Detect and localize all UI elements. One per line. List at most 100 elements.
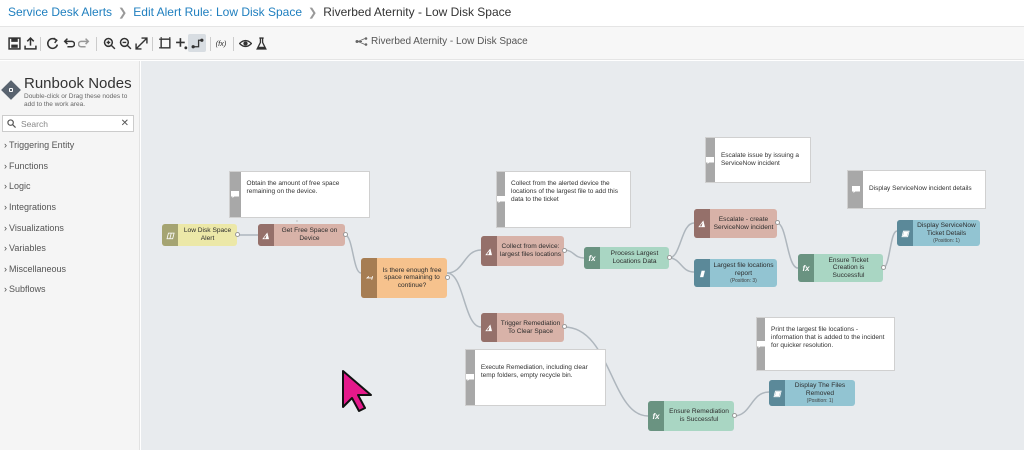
comment-icon: ▣: [769, 380, 785, 406]
category-subflows[interactable]: › Subflows: [4, 279, 74, 300]
category-logic[interactable]: › Logic: [4, 176, 74, 197]
canvas-title-text: Riverbed Aternity - Low Disk Space: [371, 36, 528, 47]
chevron-right-icon: ›: [4, 181, 7, 192]
node-search-input[interactable]: Search ✕: [2, 115, 134, 132]
breadcrumb-service-desk-alerts[interactable]: Service Desk Alerts: [8, 5, 112, 19]
node-label: Ensure Remediation is Successful: [669, 408, 729, 423]
category-functions[interactable]: › Functions: [4, 156, 74, 177]
output-port[interactable]: [343, 232, 348, 237]
node-process-largest-locations[interactable]: fx Process Largest Locations Data: [584, 247, 672, 269]
note-collect[interactable]: Collect from the alerted device the loca…: [496, 171, 631, 228]
note-free-space[interactable]: Obtain the amount of free space remainin…: [229, 171, 370, 218]
globe-icon: ◮: [694, 209, 710, 238]
connection-check-to-remediation: [446, 272, 482, 328]
sidebar-title: Runbook Nodes: [24, 75, 132, 92]
connection-get-free-space-to-check: [344, 234, 362, 274]
node-escalate-servicenow[interactable]: ◮ Escalate - create ServiceNow incident: [694, 209, 780, 238]
breadcrumb-separator-icon: ❯: [118, 6, 128, 19]
select-area-icon[interactable]: [157, 35, 173, 51]
branch-icon: ⥚: [361, 258, 377, 298]
output-port[interactable]: [775, 220, 780, 225]
node-label: Largest file locations report (Position:…: [710, 259, 777, 287]
node-free-space-check[interactable]: ⥚ Is there enough free space remaining t…: [361, 258, 450, 298]
comment-icon: [497, 172, 505, 227]
breadcrumb-separator-icon: ❯: [308, 6, 318, 19]
category-label: Triggering Entity: [9, 140, 75, 151]
undo-icon[interactable]: [60, 35, 76, 51]
node-label: Trigger Remediation To Clear Space: [500, 319, 561, 335]
chevron-right-icon: ›: [4, 202, 7, 213]
node-label: Display ServiceNow Ticket Details (Posit…: [913, 220, 980, 246]
node-label: Process Largest Locations Data: [610, 250, 659, 265]
note-text: Escalate issue by issuing a ServiceNow i…: [720, 152, 800, 167]
output-port[interactable]: [732, 413, 737, 418]
output-port[interactable]: [445, 275, 450, 280]
category-miscellaneous[interactable]: › Miscellaneous: [4, 259, 74, 280]
category-triggering-entity[interactable]: › Triggering Entity: [4, 135, 74, 156]
add-node-icon[interactable]: [173, 35, 189, 51]
connection-process-to-report: [668, 257, 695, 273]
node-low-disk-space-alert[interactable]: ◫ Low Disk Space Alert: [162, 224, 240, 246]
chevron-right-icon: ›: [4, 284, 7, 295]
globe-icon: ◮: [481, 236, 497, 266]
zoom-out-icon[interactable]: [117, 35, 133, 51]
zoom-in-icon[interactable]: [101, 35, 117, 51]
node-display-files-removed[interactable]: ▣ Display The Files Removed (Position: 1…: [769, 380, 855, 406]
note-text: Obtain the amount of free space remainin…: [246, 180, 340, 195]
node-label: Get Free Space on Device: [281, 227, 338, 242]
node-largest-locations-report[interactable]: ▮ Largest file locations report (Positio…: [694, 259, 777, 287]
note-display[interactable]: Display ServiceNow incident details: [847, 170, 986, 209]
node-label: Is there enough free space remaining to …: [382, 266, 442, 289]
sidebar-header: Runbook Nodes Double-click or Drag these…: [1, 75, 138, 111]
output-port[interactable]: [235, 232, 240, 237]
breadcrumb: Service Desk Alerts ❯ Edit Alert Rule: L…: [0, 0, 1024, 24]
output-port[interactable]: [881, 265, 886, 270]
category-label: Miscellaneous: [9, 263, 67, 274]
chevron-right-icon: ›: [4, 263, 7, 274]
category-label: Functions: [9, 160, 49, 171]
trigger-icon: ◫: [162, 224, 178, 246]
fx-icon: fx: [798, 254, 814, 282]
breadcrumb-edit-alert-rule[interactable]: Edit Alert Rule: Low Disk Space: [133, 5, 302, 19]
note-remediation[interactable]: Execute Remediation, including clear tem…: [465, 349, 606, 406]
globe-icon: ◮: [258, 224, 274, 246]
category-label: Variables: [9, 243, 46, 254]
node-display-ticket-details[interactable]: ▣ Display ServiceNow Ticket Details (Pos…: [897, 220, 980, 246]
connection-ensure-ticket-to-display: [882, 230, 898, 269]
save-icon[interactable]: [6, 35, 22, 51]
upload-icon[interactable]: [22, 35, 38, 51]
output-port[interactable]: [562, 248, 567, 253]
node-title: Largest file locations report: [713, 262, 774, 277]
preview-eye-icon[interactable]: [237, 35, 253, 51]
node-get-free-space[interactable]: ◮ Get Free Space on Device: [258, 224, 348, 246]
canvas-title: Riverbed Aternity - Low Disk Space: [355, 36, 528, 47]
category-integrations[interactable]: › Integrations: [4, 197, 74, 218]
test-flask-icon[interactable]: [253, 35, 269, 51]
note-escalate[interactable]: Escalate issue by issuing a ServiceNow i…: [705, 137, 811, 183]
fit-to-screen-icon[interactable]: [133, 35, 149, 51]
function-editor-button[interactable]: (fx): [214, 35, 228, 51]
node-label: Collect from device: largest files locat…: [499, 243, 562, 258]
note-text: Collect from the alerted device the loca…: [511, 180, 618, 203]
chevron-right-icon: ›: [4, 222, 7, 233]
node-ensure-remediation[interactable]: fx Ensure Remediation is Successful: [648, 401, 737, 431]
category-variables[interactable]: › Variables: [4, 238, 74, 259]
redo-icon[interactable]: [76, 35, 92, 51]
output-port[interactable]: [667, 255, 672, 260]
clear-search-icon[interactable]: ✕: [121, 118, 129, 129]
runbook-nodes-sidebar: Runbook Nodes Double-click or Drag these…: [0, 61, 140, 450]
toolbar: (fx) Riverbed Aternity - Low Disk Space: [0, 26, 1024, 60]
category-label: Subflows: [9, 284, 46, 295]
note-print[interactable]: Print the largest file locations - infor…: [756, 317, 895, 371]
runbook-canvas[interactable]: Obtain the amount of free space remainin…: [141, 61, 1024, 450]
node-collect-largest-files[interactable]: ◮ Collect from device: largest files loc…: [481, 236, 567, 266]
node-trigger-remediation[interactable]: ◮ Trigger Remediation To Clear Space: [481, 313, 567, 342]
output-port[interactable]: [562, 324, 567, 329]
mouse-pointer-icon: [342, 370, 372, 412]
comment-icon: [706, 138, 715, 182]
connect-nodes-icon[interactable]: [188, 34, 206, 52]
node-title: Display ServiceNow Ticket Details: [917, 222, 976, 237]
reset-icon[interactable]: [44, 35, 60, 51]
node-ensure-ticket-creation[interactable]: fx Ensure Ticket Creation is Successful: [798, 254, 886, 282]
category-visualizations[interactable]: › Visualizations: [4, 217, 74, 238]
